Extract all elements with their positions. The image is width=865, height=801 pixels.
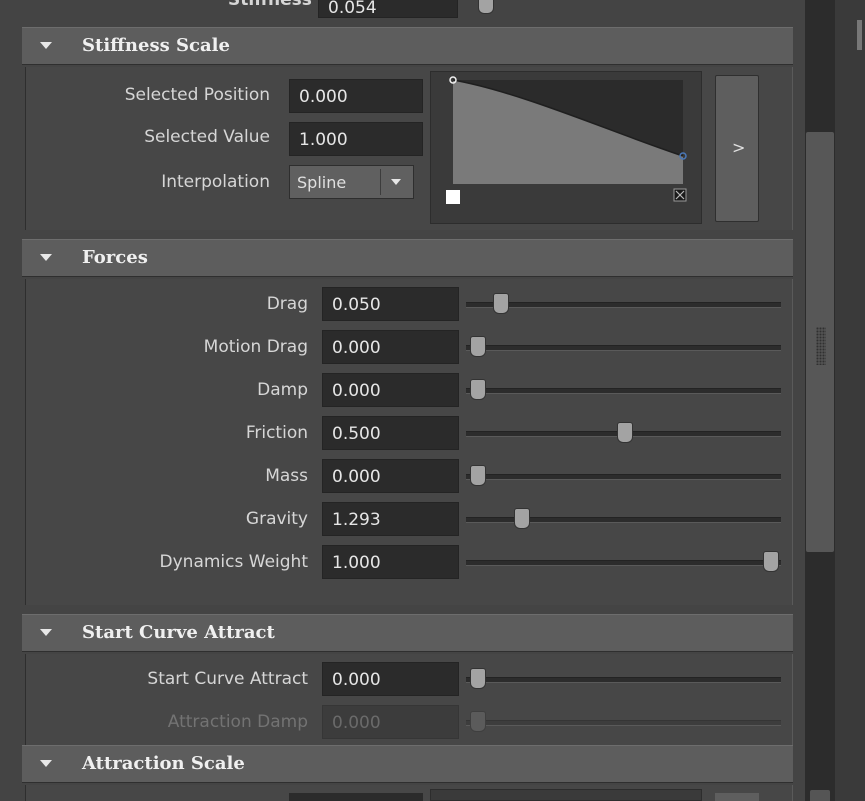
interpolation-value: Spline bbox=[297, 173, 347, 192]
slider-thumb[interactable] bbox=[470, 465, 486, 486]
scrollbar-grip-icon bbox=[816, 327, 826, 365]
attribute-value-field[interactable]: 0.050 bbox=[322, 287, 459, 321]
slider-track[interactable] bbox=[466, 302, 781, 308]
ramp-color-swatch[interactable] bbox=[446, 190, 460, 204]
attribute-row: Attraction Damp 0.000 bbox=[26, 705, 792, 741]
attribute-row: Friction 0.500 bbox=[26, 416, 792, 452]
attribute-row: Motion Drag 0.000 bbox=[26, 330, 792, 366]
ramp-expand-button[interactable]: > bbox=[715, 75, 759, 222]
attribute-label: Gravity bbox=[245, 509, 308, 529]
section-title: Stiffness Scale bbox=[82, 35, 230, 56]
attribute-value-field[interactable]: 1.293 bbox=[322, 502, 459, 536]
ramp-delete-icon[interactable] bbox=[673, 188, 687, 202]
collapse-triangle-icon bbox=[40, 760, 52, 767]
collapse-triangle-icon bbox=[40, 629, 52, 636]
section-title: Attraction Scale bbox=[82, 753, 245, 774]
dropdown-divider bbox=[380, 169, 381, 195]
attraction-scale-graph-partial[interactable] bbox=[430, 789, 702, 801]
chevron-down-icon bbox=[391, 179, 401, 185]
collapse-triangle-icon bbox=[40, 42, 52, 49]
attribute-value-field: 0.000 bbox=[322, 705, 459, 739]
slider-thumb[interactable] bbox=[470, 668, 486, 689]
scroll-down-arrow-icon[interactable] bbox=[810, 790, 830, 801]
stiffness-scale-header[interactable]: Stiffness Scale bbox=[22, 27, 793, 65]
stiffness-scale-body: Selected Position 0.000 Selected Value 1… bbox=[25, 67, 793, 230]
attribute-label: Drag bbox=[266, 294, 308, 314]
attraction-scale-header[interactable]: Attraction Scale bbox=[22, 745, 793, 783]
forces-header[interactable]: Forces bbox=[22, 239, 793, 277]
attribute-row: Drag 0.050 bbox=[26, 287, 792, 323]
attribute-value-field[interactable]: 0.000 bbox=[322, 330, 459, 364]
selected-value-field[interactable]: 1.000 bbox=[289, 122, 423, 156]
start-curve-attract-body: Start Curve Attract 0.000 Attraction Damp 0… bbox=[25, 654, 793, 746]
attribute-label: Start Curve Attract bbox=[147, 669, 308, 689]
attraction-scale-expand-partial[interactable] bbox=[715, 793, 759, 801]
slider-track bbox=[466, 720, 781, 726]
section-title: Start Curve Attract bbox=[82, 622, 275, 643]
chevron-right-icon: > bbox=[732, 138, 746, 157]
slider-thumb[interactable] bbox=[616, 422, 633, 443]
attribute-row: Damp 0.000 bbox=[26, 373, 792, 409]
slider-thumb bbox=[470, 711, 486, 732]
slider-thumb[interactable] bbox=[470, 379, 486, 400]
stiffness-field[interactable]: 0.054 bbox=[318, 0, 458, 18]
slider-track[interactable] bbox=[466, 388, 781, 394]
slider-thumb[interactable] bbox=[493, 293, 510, 314]
slider-track[interactable] bbox=[466, 677, 781, 683]
stiffness-label: Stiffness bbox=[228, 0, 312, 10]
attraction-scale-body bbox=[25, 785, 793, 801]
attribute-row: Gravity 1.293 bbox=[26, 502, 792, 538]
slider-track[interactable] bbox=[466, 560, 781, 566]
attribute-editor-panel: Stiffness 0.054 Stiffness Scale Selected… bbox=[0, 0, 805, 801]
attribute-label: Mass bbox=[265, 466, 308, 486]
attribute-label: Dynamics Weight bbox=[159, 552, 308, 572]
attribute-row: Mass 0.000 bbox=[26, 459, 792, 495]
attribute-value-field[interactable]: 0.000 bbox=[322, 662, 459, 696]
stiffness-slider-thumb[interactable] bbox=[478, 0, 494, 14]
attribute-label: Motion Drag bbox=[203, 337, 308, 357]
slider-track[interactable] bbox=[466, 474, 781, 480]
attribute-value-field[interactable]: 0.000 bbox=[322, 373, 459, 407]
slider-thumb[interactable] bbox=[763, 551, 779, 572]
interpolation-label: Interpolation bbox=[161, 172, 270, 192]
slider-thumb[interactable] bbox=[513, 508, 530, 529]
interpolation-dropdown[interactable]: Spline bbox=[289, 165, 414, 199]
side-tab-marker[interactable] bbox=[857, 20, 862, 50]
attribute-value-field[interactable]: 1.000 bbox=[322, 545, 459, 579]
forces-body: Drag 0.050 Motion Drag 0.000 Damp 0.000 Fricti… bbox=[25, 279, 793, 605]
side-tab-strip bbox=[835, 0, 865, 801]
selected-value-label: Selected Value bbox=[144, 127, 270, 147]
attribute-label: Attraction Damp bbox=[167, 712, 308, 732]
attribute-value-field[interactable]: 0.500 bbox=[322, 416, 459, 450]
selected-position-label: Selected Position bbox=[124, 85, 270, 105]
slider-thumb[interactable] bbox=[470, 336, 486, 357]
attribute-label: Friction bbox=[245, 423, 308, 443]
attribute-row: Start Curve Attract 0.000 bbox=[26, 662, 792, 698]
section-title: Forces bbox=[82, 247, 148, 268]
start-curve-attract-header[interactable]: Start Curve Attract bbox=[22, 614, 793, 652]
ramp-graph-frame bbox=[430, 71, 702, 224]
selected-position-field[interactable]: 0.000 bbox=[289, 79, 423, 113]
collapse-triangle-icon bbox=[40, 254, 52, 261]
attraction-scale-field-partial[interactable] bbox=[289, 793, 423, 801]
attribute-label: Damp bbox=[257, 380, 308, 400]
attribute-row: Dynamics Weight 1.000 bbox=[26, 545, 792, 581]
stiffness-ramp-graph[interactable] bbox=[431, 72, 703, 225]
attribute-value-field[interactable]: 0.000 bbox=[322, 459, 459, 493]
slider-track[interactable] bbox=[466, 345, 781, 351]
